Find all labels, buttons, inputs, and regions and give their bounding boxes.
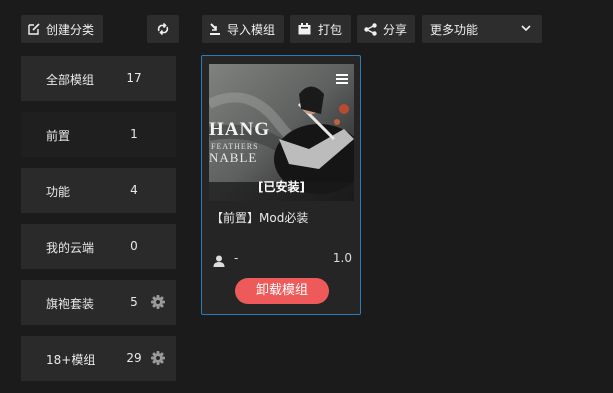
gear-icon[interactable] [151,295,165,312]
uninstall-button[interactable]: 卸载模组 [235,278,329,304]
menu-icon[interactable] [336,69,348,88]
import-mod-button[interactable]: 导入模组 [202,15,284,43]
import-mod-label: 导入模组 [227,22,276,37]
sidebar-item-count: 1 [130,127,138,141]
sidebar-item-count: 0 [130,239,138,253]
more-functions-dropdown[interactable]: 更多功能 [422,15,542,43]
sidebar-item-count: 17 [126,71,142,85]
edit-icon [28,23,40,35]
share-button[interactable]: 分享 [357,15,415,43]
pack-label: 打包 [318,22,343,37]
create-category-button[interactable]: 创建分类 [21,15,103,43]
sidebar-item-my-cloud[interactable]: 我的云端 0 [21,224,176,269]
sidebar-item-18plus-mods[interactable]: 18+模组 29 [21,336,176,381]
package-icon [298,23,311,35]
import-icon [209,22,221,36]
create-category-label: 创建分类 [46,22,95,37]
mod-thumbnail: HANG FEATHERS NABLE [已安装] [209,64,354,201]
refresh-button[interactable] [147,15,179,43]
sidebar-item-count: 4 [130,183,138,197]
sidebar-item-label: 全部模组 [46,73,95,87]
sidebar-item-count: 29 [126,351,142,365]
mod-version: 1.0 [332,251,352,265]
sidebar-item-label: 功能 [46,185,71,199]
mod-author: - [234,251,239,265]
sidebar-item-label: 18+模组 [46,353,96,367]
more-functions-label: 更多功能 [430,22,479,37]
sidebar-item-prerequisite[interactable]: 前置 1 [21,112,176,157]
chevron-down-icon [521,25,531,32]
sidebar-item-all-mods[interactable]: 全部模组 17 [21,56,176,101]
pack-button[interactable]: 打包 [290,15,351,43]
sidebar-item-functions[interactable]: 功能 4 [21,168,176,213]
mod-title: 【前置】Mod必装 [211,211,309,225]
refresh-icon [156,22,170,36]
sidebar-item-count: 5 [130,295,138,309]
share-label: 分享 [383,22,408,37]
user-icon [213,252,225,271]
sidebar-item-label: 我的云端 [46,241,95,255]
sidebar-item-label: 旗袍套装 [46,297,95,311]
mod-card[interactable]: HANG FEATHERS NABLE [已安装] 【前置】Mod必装 - 1.… [201,55,361,315]
sidebar-item-qipao-outfits[interactable]: 旗袍套装 5 [21,280,176,325]
installed-status: [已安装] [258,180,305,194]
gear-icon[interactable] [151,351,165,368]
share-icon [364,22,377,36]
thumbnail-text-3: NABLE [209,150,258,165]
sidebar-item-label: 前置 [46,129,71,143]
thumbnail-text-1: HANG [209,119,270,140]
